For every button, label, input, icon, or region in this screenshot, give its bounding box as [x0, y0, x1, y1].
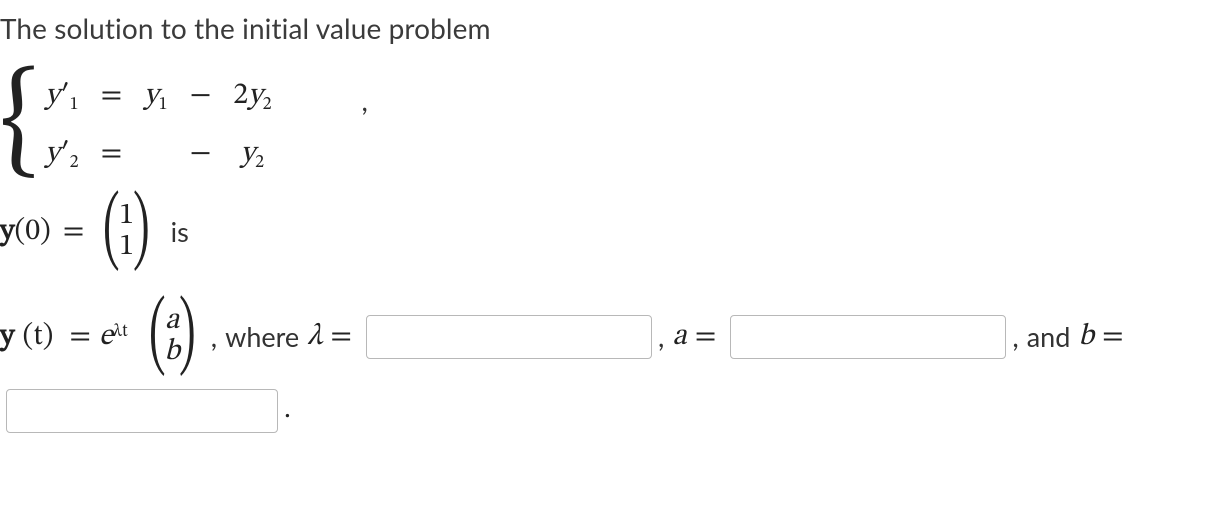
sol-arg: (t) [23, 317, 54, 358]
sol-exp: eλt [99, 317, 128, 358]
ic-vector: ( 1 1 ) [96, 201, 156, 264]
sys-r2-eq: = [101, 134, 123, 175]
solution-row: y (t) = eλt ( a b ) , where λ = , a = [0, 306, 1214, 433]
sol-eq-b: = [1102, 317, 1124, 358]
sol-eq: = [69, 317, 91, 358]
system-comma: , [361, 82, 367, 120]
sol-v-top: a [165, 306, 179, 338]
sol-and: and [1027, 319, 1071, 355]
sol-vector: ( a b ) [142, 306, 203, 369]
ode-system: { y′1 = y1 − 2y2 y′2 = − y2 , [0, 76, 1214, 175]
ic-y: y [0, 212, 15, 253]
sys-r2-lhs: y′2 [45, 134, 78, 175]
a-input[interactable] [730, 315, 1006, 359]
sys-r1-2y2: 2y2 [233, 76, 271, 117]
initial-condition-row: y (0) = ( 1 1 ) is [0, 201, 1214, 264]
sol-comma3: , [1012, 318, 1018, 356]
ic-eq: = [63, 212, 85, 253]
sys-r2-y2: y2 [233, 134, 271, 175]
lambda-input[interactable] [366, 315, 652, 359]
sol-v-bot: b [164, 337, 180, 369]
ic-is: is [171, 214, 189, 250]
sys-r1-eq: = [101, 76, 123, 117]
sys-r1-lhs: y′1 [45, 76, 78, 117]
sys-r1-minus: − [190, 76, 212, 117]
ic-v-bot: 1 [119, 232, 134, 264]
sol-comma1: , [211, 318, 217, 356]
sol-period: . [284, 392, 291, 430]
ic-arg: (0) [15, 212, 51, 253]
sol-b: b [1078, 317, 1094, 358]
sol-eq-a: = [695, 317, 717, 358]
b-input[interactable] [6, 389, 278, 433]
sol-eq-lambda: = [330, 317, 352, 358]
system-grid: y′1 = y1 − 2y2 y′2 = − y2 [45, 76, 355, 175]
sol-lambda: λ [307, 317, 322, 358]
sys-r1-y1: y1 [144, 76, 167, 117]
prompt-text: The solution to the initial value proble… [0, 10, 1214, 48]
ic-v-top: 1 [119, 201, 134, 233]
sys-r2-minus: − [190, 134, 212, 175]
sol-comma2: , [658, 318, 664, 356]
sol-a: a [672, 317, 686, 358]
sol-y: y [0, 317, 15, 358]
sol-where: where [225, 319, 299, 355]
